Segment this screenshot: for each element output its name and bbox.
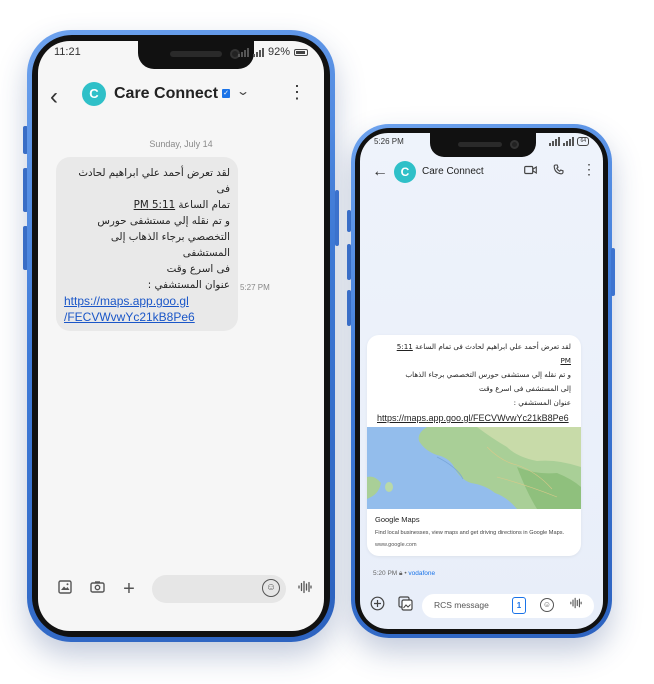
maps-link[interactable]: https://maps.app.goo.gl/FECVWvwYc21kB8Pe… xyxy=(367,413,581,427)
gallery-icon[interactable] xyxy=(396,596,414,614)
carrier-label: vodafone xyxy=(408,570,436,577)
message-text: فى اسرع وقت xyxy=(166,263,230,275)
link-preview-info: Google Maps Find local businesses, view … xyxy=(367,509,581,556)
message-text: لقد تعرض أحمد علي ابراهيم لحادث فى تمام … xyxy=(396,342,571,351)
back-arrow-icon[interactable]: ← xyxy=(372,163,388,181)
maps-link[interactable]: /FECVWvwYc21kB8Pe6 xyxy=(64,309,230,325)
avatar[interactable]: C xyxy=(82,82,106,106)
preview-description: Find local businesses, view maps and get… xyxy=(375,530,565,536)
message-timestamp: 5:27 PM xyxy=(240,283,270,292)
conversation-header: ← C Care Connect ⋮ xyxy=(360,157,603,191)
signal-icon xyxy=(252,47,264,57)
more-vert-icon[interactable]: ⋮ xyxy=(582,161,596,178)
back-arrow-icon[interactable]: ‹ xyxy=(50,83,58,111)
signal-icon xyxy=(549,137,561,146)
battery-icon xyxy=(294,48,308,56)
message-input[interactable]: ☺ xyxy=(152,575,286,603)
signal-icon xyxy=(563,137,575,146)
voice-wave-icon[interactable] xyxy=(294,578,316,600)
maps-link[interactable]: https://maps.app.goo.gl xyxy=(64,293,230,309)
add-circle-icon[interactable] xyxy=(368,596,386,614)
image-icon[interactable] xyxy=(54,578,76,600)
status-time: 11:21 xyxy=(54,46,81,58)
message-text-block: لقد تعرض أحمد علي ابراهيم لحادث فى تمام … xyxy=(367,335,581,413)
message-text: تمام الساعة 5:11 PM xyxy=(133,199,230,211)
message-text: PM xyxy=(377,354,571,368)
emoji-icon[interactable]: ☺ xyxy=(540,598,554,612)
verified-badge-icon: ✓ xyxy=(222,89,230,98)
rcs-message-input[interactable]: RCS message 1 ☺ xyxy=(422,594,594,618)
message-time-mention: 5:11 xyxy=(396,342,413,351)
conversation-header: ‹ C Care Connect ✓ ⌄ ⋮ xyxy=(38,75,324,119)
preview-title: Google Maps xyxy=(375,515,420,524)
battery-percent: 92% xyxy=(267,46,290,58)
rich-message-card[interactable]: لقد تعرض أحمد علي ابراهيم لحادث فى تمام … xyxy=(367,335,581,556)
phone-left: 11:21 92% ‹ C Care Connect ✓ ⌄ ⋮ Sunday,… xyxy=(27,30,335,642)
camera-icon[interactable] xyxy=(86,578,108,600)
preview-site: www.google.com xyxy=(375,542,417,548)
contact-name[interactable]: Care Connect xyxy=(422,166,484,177)
power-button xyxy=(611,248,615,296)
map-preview-image[interactable] xyxy=(367,427,581,509)
message-text: لقد تعرض أحمد علي ابراهيم لحادث فى xyxy=(78,167,230,195)
input-placeholder: RCS message xyxy=(434,600,489,610)
sim-selector-icon[interactable]: 1 xyxy=(512,597,526,614)
power-button xyxy=(335,190,339,246)
message-meta: 5:20 PM 🔒︎ • vodafone xyxy=(373,570,435,578)
video-call-icon[interactable] xyxy=(524,164,537,178)
chevron-down-icon[interactable]: ⌄ xyxy=(236,84,250,98)
message-timestamp: 5:20 PM xyxy=(373,570,398,577)
status-bar: 11:21 92% xyxy=(38,41,324,65)
message-text: عنوان المستشفي : xyxy=(147,279,230,291)
message-time-mention: PM xyxy=(560,356,571,365)
date-divider: Sunday, July 14 xyxy=(149,139,213,149)
signal-icon xyxy=(237,47,249,57)
message-text: عنوان المستشفي : xyxy=(513,398,571,407)
battery-icon: 64 xyxy=(577,137,589,146)
phone-right: 5:26 PM 64 ← C Care Connect ⋮ لقد تعرض أ… xyxy=(351,124,612,638)
more-vert-icon[interactable]: ⋮ xyxy=(288,83,306,101)
status-bar: 5:26 PM 64 xyxy=(360,133,603,157)
message-text: و تم نقله إلي مستشفى حورس التخصصي برجاء … xyxy=(405,370,571,379)
message-time-mention: 5:11 PM xyxy=(133,199,176,211)
sent-icon: 🔒︎ xyxy=(399,570,403,577)
message-text: التخصصي برجاء الذهاب إلى المستشفى xyxy=(110,231,230,259)
phone-call-icon[interactable] xyxy=(553,164,564,178)
message-text: إلى المستشفى فى اسرع وقت xyxy=(479,384,571,393)
plus-icon[interactable]: + xyxy=(118,578,140,600)
voice-wave-icon[interactable] xyxy=(570,597,582,612)
phone-screen: 5:26 PM 64 ← C Care Connect ⋮ لقد تعرض أ… xyxy=(360,133,603,629)
contact-name[interactable]: Care Connect xyxy=(114,85,218,103)
message-text: و تم نقله إلي مستشفى حورس xyxy=(97,215,230,227)
avatar[interactable]: C xyxy=(394,161,416,183)
phone-screen: 11:21 92% ‹ C Care Connect ✓ ⌄ ⋮ Sunday,… xyxy=(38,41,324,631)
message-bubble[interactable]: لقد تعرض أحمد علي ابراهيم لحادث فى تمام … xyxy=(56,157,238,331)
status-time: 5:26 PM xyxy=(374,137,404,146)
emoji-icon[interactable]: ☺ xyxy=(262,579,280,597)
composer-bar: + ☺ xyxy=(38,575,324,605)
composer-bar: RCS message 1 ☺ xyxy=(360,592,603,620)
meta-separator: • xyxy=(404,570,407,577)
